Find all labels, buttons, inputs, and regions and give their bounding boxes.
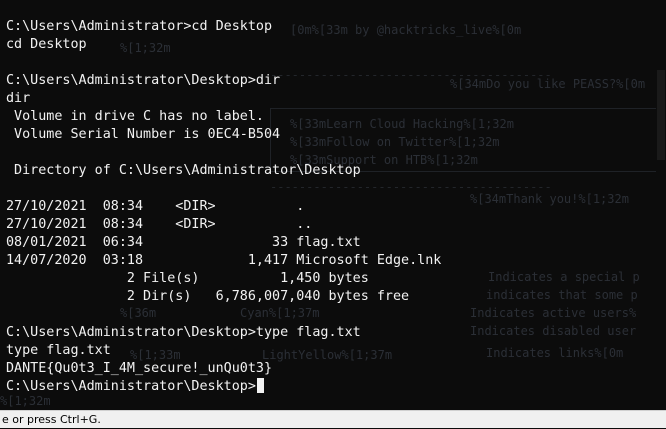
console-line: type flag.txt	[6, 343, 111, 358]
console-line: C:\Users\Administrator\Desktop>type flag…	[6, 325, 361, 340]
text-cursor	[256, 378, 264, 393]
console-line: 08/01/2021 06:34 33 flag.txt	[6, 235, 361, 250]
scrollbar[interactable]	[656, 0, 666, 410]
console-line: cd Desktop	[6, 37, 87, 52]
console-line: dir	[6, 91, 31, 106]
console-line: Volume in drive C has no label.	[6, 109, 264, 124]
ghost-legend-links: Indicates links%[0m	[486, 346, 624, 360]
console-line: C:\Users\Administrator\Desktop>dir	[6, 73, 281, 88]
ghost-legend-special: Indicates a special p	[488, 270, 640, 284]
console-line: 2 Dir(s) 6,786,007,040 bytes free	[6, 289, 410, 304]
console-line: Directory of C:\Users\Administrator\Desk…	[6, 163, 361, 178]
prompt-line[interactable]: C:\Users\Administrator\Desktop>	[6, 378, 441, 396]
console-line: 27/10/2021 08:34 <DIR> .	[6, 199, 305, 214]
ghost-thank-you: %[34mThank you!%[1;32m	[470, 192, 629, 206]
ghost-legend-active: Indicates active users%	[470, 306, 637, 320]
ghost-legend-disabled: Indicates disabled user	[470, 324, 637, 338]
console-line: 27/10/2021 08:34 <DIR> ..	[6, 217, 313, 232]
scrollbar-thumb[interactable]	[657, 70, 665, 160]
ghost-legend-some: indicates that some p	[486, 288, 638, 302]
console-line: 14/07/2020 03:18 1,417 Microsoft Edge.ln…	[6, 253, 442, 268]
console-line: Volume Serial Number is 0EC4-B504	[6, 127, 281, 142]
ghost-like-peass: %[34mDo you like PEASS?%[0m	[450, 77, 646, 91]
prompt-text: C:\Users\Administrator\Desktop>	[6, 379, 256, 394]
console-line: 2 File(s) 1,450 bytes	[6, 271, 369, 286]
console-line: DANTE{Qu0t3_I_4M_secure!_unQu0t3}	[6, 361, 273, 376]
console-line: C:\Users\Administrator>cd Desktop	[6, 19, 273, 34]
terminal-window[interactable]: [0m%[33m by @hacktricks_live%[0m %[1;32m…	[0, 0, 666, 410]
status-bar: e or press Ctrl+G.	[0, 410, 666, 428]
status-text: e or press Ctrl+G.	[2, 413, 101, 426]
console-output: C:\Users\Administrator>cd Desktop cd Des…	[6, 18, 441, 396]
